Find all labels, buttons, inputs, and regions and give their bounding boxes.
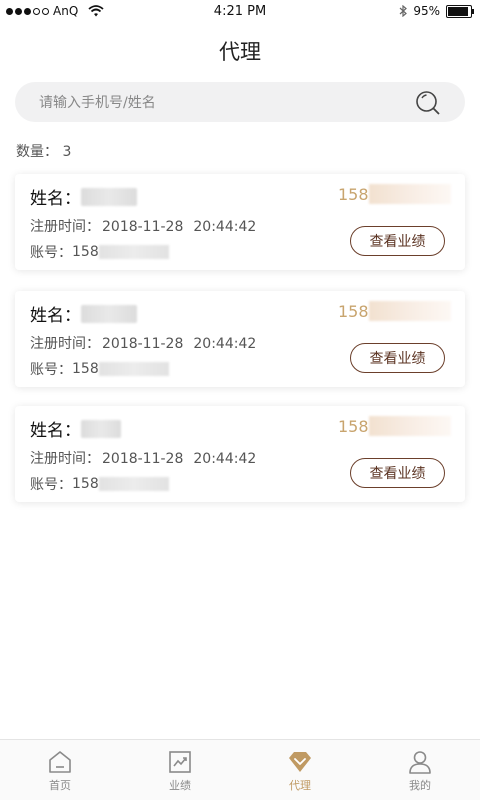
tab-bar: 首页 业绩 代理 我的 <box>0 739 480 800</box>
name-label: 姓名： <box>30 306 81 326</box>
name-label: 姓名： <box>30 421 81 441</box>
page-title: 代理 <box>219 40 261 64</box>
agent-name-row: 姓名： <box>30 184 137 209</box>
name-label: 姓名： <box>30 189 81 209</box>
account-redacted <box>98 477 169 491</box>
phone-redacted <box>368 184 451 204</box>
home-icon <box>49 751 71 773</box>
view-performance-button[interactable]: 查看业绩 <box>350 226 445 256</box>
tab-agents[interactable]: 代理 <box>240 740 360 800</box>
tab-home-label: 首页 <box>49 779 71 792</box>
register-time-row: 注册时间： 2018-11-28 20:44:42 <box>30 448 256 468</box>
register-clock: 20:44:42 <box>193 451 257 467</box>
agent-phone: 158 <box>338 301 451 321</box>
status-bar: AnQ 4:21 PM 95% <box>0 0 480 24</box>
agent-name-row: 姓名： <box>30 416 121 441</box>
account-prefix: 158 <box>72 244 99 260</box>
tab-mine-label: 我的 <box>409 779 431 792</box>
account-row: 账号： 158 <box>30 242 169 262</box>
agent-phone: 158 <box>338 184 451 204</box>
phone-prefix: 158 <box>338 184 369 204</box>
account-label: 账号： <box>30 245 72 261</box>
phone-prefix: 158 <box>338 301 369 321</box>
register-date: 2018-11-28 <box>102 336 184 352</box>
tab-mine[interactable]: 我的 <box>360 740 480 800</box>
tab-performance[interactable]: 业绩 <box>120 740 240 800</box>
search-input[interactable] <box>37 82 411 124</box>
battery-percent: 95% <box>413 4 440 18</box>
account-row: 账号： 158 <box>30 474 169 494</box>
search-bar <box>15 82 465 124</box>
tab-performance-label: 业绩 <box>169 779 191 792</box>
view-performance-button[interactable]: 查看业绩 <box>350 458 445 488</box>
account-redacted <box>98 362 169 376</box>
user-icon <box>409 751 431 774</box>
agent-count: 数量： 3 <box>16 144 72 160</box>
register-time-label: 注册时间： <box>30 336 100 352</box>
name-redacted <box>81 419 121 438</box>
account-row: 账号： 158 <box>30 359 169 379</box>
register-time-row: 注册时间： 2018-11-28 20:44:42 <box>30 333 256 353</box>
account-label: 账号： <box>30 477 72 493</box>
agent-card: 姓名： 158 注册时间： 2018-11-28 20:44:42 账号： 158 … <box>15 406 465 502</box>
diamond-icon <box>289 752 311 772</box>
register-clock: 20:44:42 <box>193 336 257 352</box>
battery-icon <box>446 4 474 18</box>
name-redacted <box>81 187 137 206</box>
view-performance-button[interactable]: 查看业绩 <box>350 343 445 373</box>
phone-redacted <box>368 416 451 436</box>
account-prefix: 158 <box>72 476 99 492</box>
bluetooth-icon <box>399 5 408 17</box>
tab-agents-label: 代理 <box>289 779 311 792</box>
register-time-row: 注册时间： 2018-11-28 20:44:42 <box>30 216 256 236</box>
account-redacted <box>98 245 169 259</box>
agent-card: 姓名： 158 注册时间： 2018-11-28 20:44:42 账号： 158 … <box>15 291 465 387</box>
register-date: 2018-11-28 <box>102 451 184 467</box>
phone-prefix: 158 <box>338 416 369 436</box>
register-date: 2018-11-28 <box>102 219 184 235</box>
register-time-label: 注册时间： <box>30 219 100 235</box>
name-redacted <box>81 304 137 323</box>
agent-phone: 158 <box>338 416 451 436</box>
search-icon[interactable] <box>415 90 441 116</box>
agent-card: 姓名： 158 注册时间： 2018-11-28 20:44:42 账号： 158 … <box>15 174 465 270</box>
account-prefix: 158 <box>72 361 99 377</box>
account-label: 账号： <box>30 362 72 378</box>
chart-icon <box>169 751 191 773</box>
tab-home[interactable]: 首页 <box>0 740 120 800</box>
status-bar-right: 95% <box>399 4 474 18</box>
phone-redacted <box>368 301 451 321</box>
register-time-label: 注册时间： <box>30 451 100 467</box>
register-clock: 20:44:42 <box>193 219 257 235</box>
agent-name-row: 姓名： <box>30 301 137 326</box>
